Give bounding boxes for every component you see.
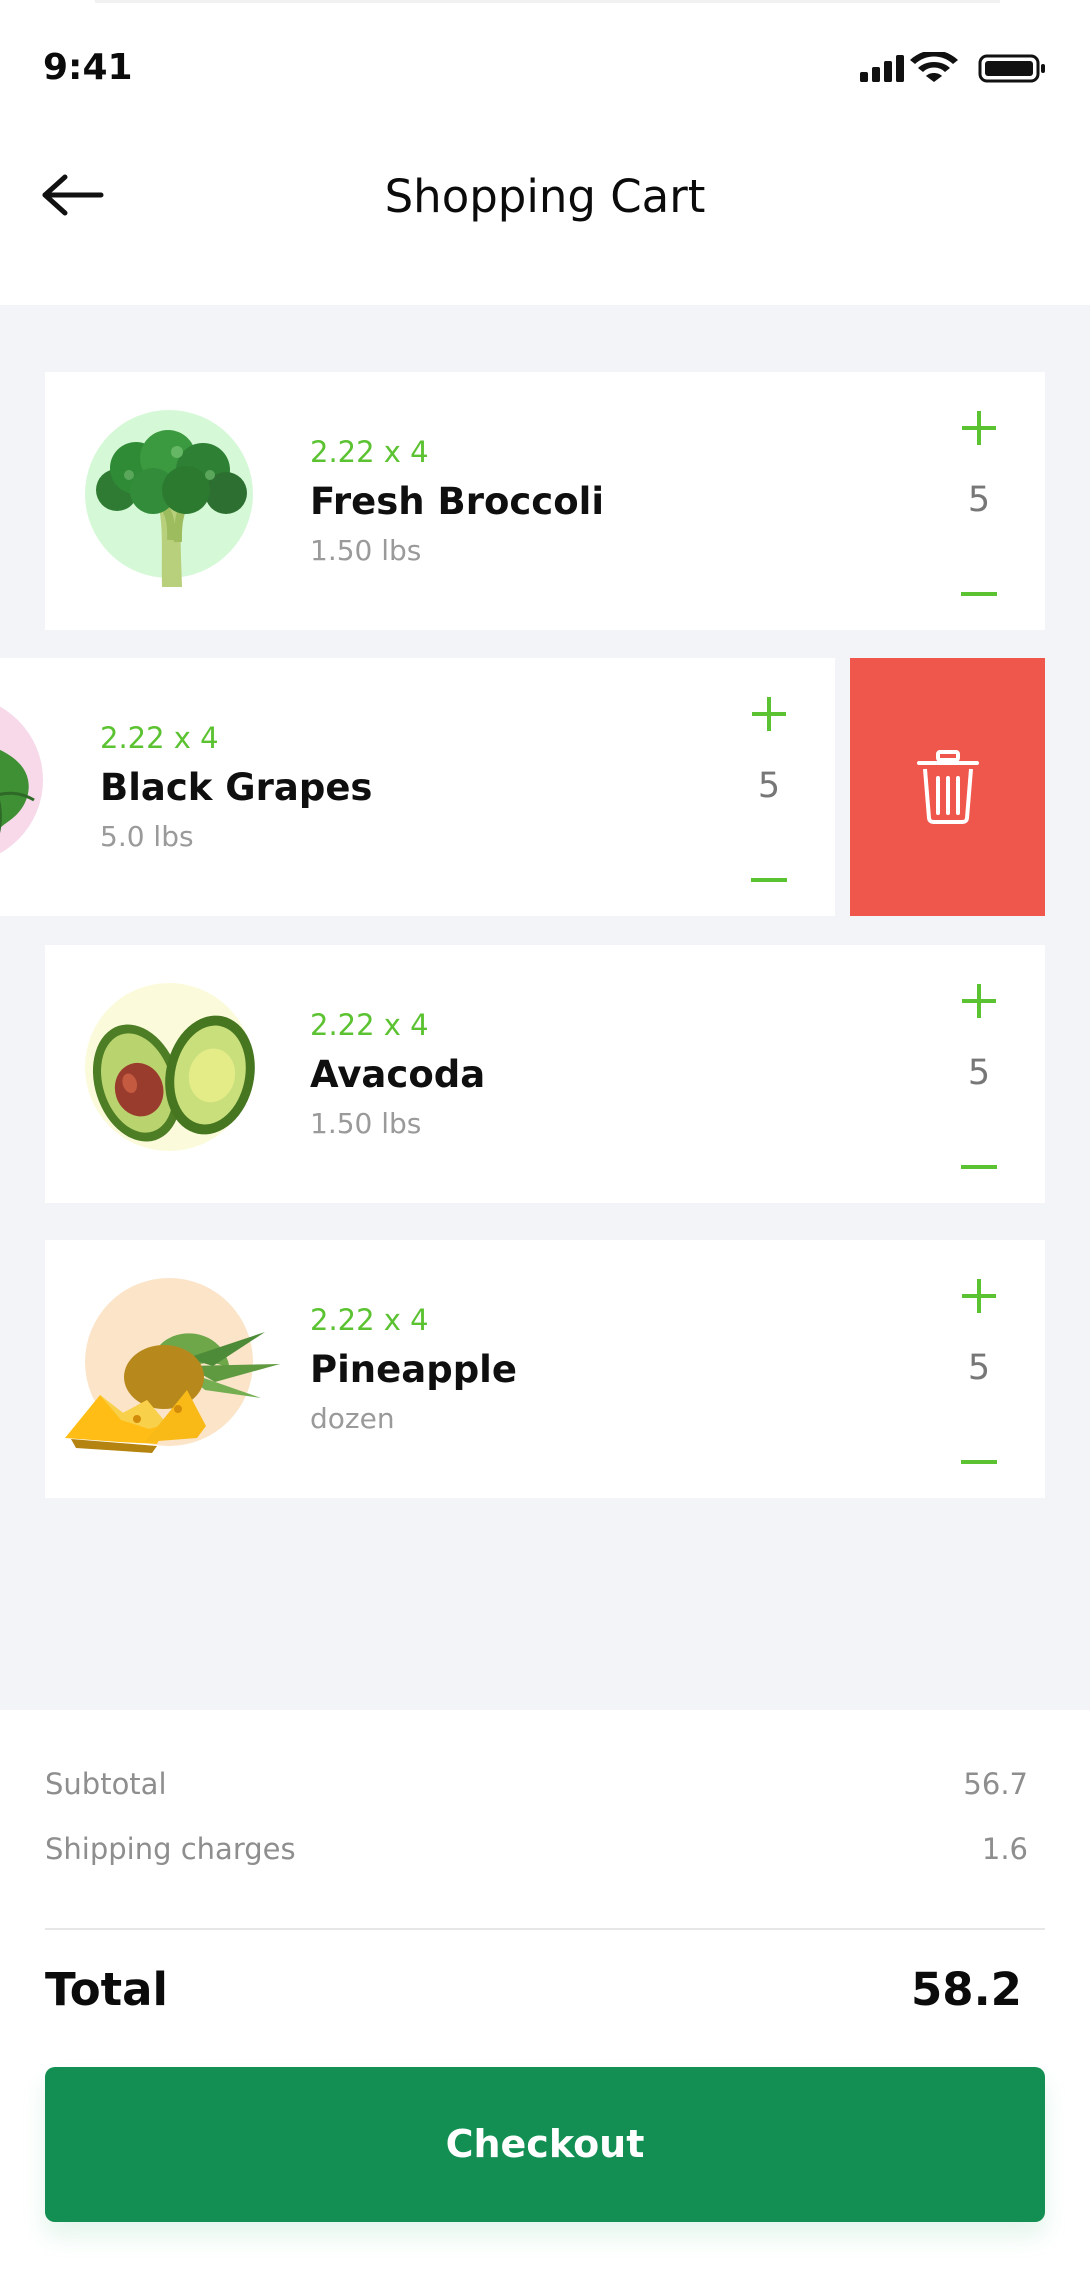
quantity-decrease-button[interactable] [951,566,1007,622]
item-price: 2.22 x 4 [310,435,429,469]
battery-icon [978,54,1045,83]
item-price: 2.22 x 4 [310,1008,429,1042]
quantity-decrease-button[interactable] [741,852,797,908]
quantity-value: 5 [967,1053,991,1093]
item-weight: 1.50 lbs [310,1107,422,1140]
header: Shopping Cart [0,120,1090,305]
status-bar: 9:41 [0,0,1090,120]
page-title: Shopping Cart [384,170,706,223]
wifi-icon [910,50,958,82]
quantity-value: 5 [757,766,781,806]
quantity-increase-button[interactable] [741,686,797,742]
quantity-value: 5 [967,480,991,520]
quantity-decrease-button[interactable] [951,1139,1007,1195]
subtotal-value: 56.7 [963,1767,1028,1801]
summary-divider [45,1928,1045,1930]
minus-icon [961,592,997,596]
checkout-button[interactable]: Checkout [45,2067,1045,2222]
shipping-label: Shipping charges [45,1832,296,1866]
order-summary: Subtotal 56.7 Shipping charges 1.6 Total… [0,1710,1090,2279]
status-icons-svg [860,50,1045,83]
cart-item-broccoli[interactable]: 2.22 x 4 Fresh Broccoli 1.50 lbs 5 [45,372,1045,630]
item-weight: 5.0 lbs [100,820,194,853]
broccoli-image [96,430,247,587]
cart-item-avacoda[interactable]: 2.22 x 4 Avacoda 1.50 lbs 5 [45,945,1045,1203]
plus-icon [962,984,996,1018]
cart-item-black-grapes[interactable]: 2.22 x 4 Black Grapes 5.0 lbs 5 [0,658,835,916]
item-name: Fresh Broccoli [310,480,605,523]
total-label: Total [45,1963,168,2016]
cart-item-pineapple[interactable]: 2.22 x 4 Pineapple dozen 5 [45,1240,1045,1498]
status-icons [860,50,1050,86]
item-price: 2.22 x 4 [100,721,219,755]
item-weight: dozen [310,1402,395,1435]
item-name: Pineapple [310,1348,517,1391]
minus-icon [751,878,787,882]
item-price: 2.22 x 4 [310,1303,429,1337]
plus-icon [752,697,786,731]
avacoda-image [92,1015,255,1142]
signal-icon [860,55,904,82]
status-time: 9:41 [43,47,133,88]
total-value: 58.2 [910,1963,1022,2016]
item-name: Avacoda [310,1053,486,1096]
minus-icon [961,1165,997,1169]
pineapple-image [65,1332,280,1453]
grapes-image [0,750,35,833]
quantity-value: 5 [967,1348,991,1388]
item-weight: 1.50 lbs [310,534,422,567]
quantity-increase-button[interactable] [951,400,1007,456]
plus-icon [962,411,996,445]
plus-icon [962,1279,996,1313]
delete-item-button[interactable] [850,658,1045,916]
minus-icon [961,1460,997,1464]
cart-list: 2.22 x 4 Fresh Broccoli 1.50 lbs 5 2.22 … [0,305,1090,1710]
quantity-increase-button[interactable] [951,973,1007,1029]
item-name: Black Grapes [100,766,373,809]
quantity-decrease-button[interactable] [951,1434,1007,1490]
shipping-value: 1.6 [981,1832,1028,1866]
trash-icon [916,750,979,824]
quantity-increase-button[interactable] [951,1268,1007,1324]
subtotal-label: Subtotal [45,1767,167,1801]
